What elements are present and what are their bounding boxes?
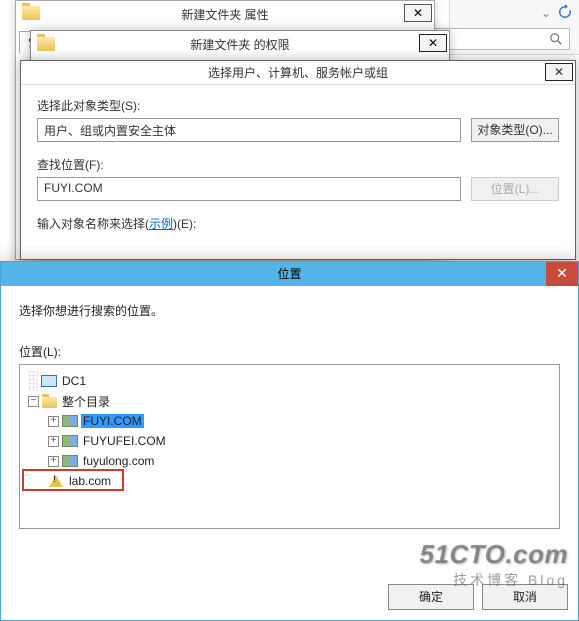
ok-button[interactable]: 确定 <box>388 584 474 610</box>
tree-selected-label: FUYI.COM <box>81 414 144 428</box>
locations-button[interactable]: 位置(L)... <box>471 177 559 201</box>
tree-node-domain[interactable]: + FUYI.COM <box>24 411 555 431</box>
tree-node-root[interactable]: − 整个目录 <box>24 391 555 411</box>
location-field[interactable]: FUYI.COM <box>37 177 461 201</box>
refresh-icon[interactable] <box>557 4 573 20</box>
location-dialog: 位置 ✕ 选择你想进行搜索的位置。 位置(L): DC1 − 整个目录 + FU… <box>0 261 579 621</box>
properties-title: 新建文件夹 属性 <box>16 1 434 29</box>
location-message: 选择你想进行搜索的位置。 <box>19 302 560 319</box>
close-button[interactable]: ✕ <box>546 262 578 286</box>
select-users-dialog: 选择用户、计算机、服务帐户或组 ✕ 选择此对象类型(S): 用户、组或内置安全主… <box>20 60 576 260</box>
folder-icon <box>42 397 57 408</box>
tree-node-warn[interactable]: lab.com <box>24 471 555 491</box>
cancel-button[interactable]: 取消 <box>482 584 568 610</box>
warning-icon <box>48 473 64 489</box>
domain-icon <box>62 433 78 449</box>
location-titlebar: 位置 ✕ <box>1 262 578 286</box>
select-users-titlebar: 选择用户、计算机、服务帐户或组 ✕ <box>21 61 575 85</box>
object-type-label: 选择此对象类型(S): <box>37 97 559 114</box>
tree-node-domain[interactable]: + fuyulong.com <box>24 451 555 471</box>
object-types-button[interactable]: 对象类型(O)... <box>471 118 559 142</box>
object-type-field[interactable]: 用户、组或内置安全主体 <box>37 118 461 142</box>
names-label: 输入对象名称来选择(示例)(E): <box>37 215 559 232</box>
location-tree[interactable]: DC1 − 整个目录 + FUYI.COM + FUYUFEI.COM + fu… <box>19 364 560 529</box>
explorer-right-fragment: ⌄ <box>449 0 579 55</box>
tree-node-domain[interactable]: + FUYUFEI.COM <box>24 431 555 451</box>
expand-icon[interactable]: + <box>48 436 59 447</box>
tree-label: 位置(L): <box>19 343 560 360</box>
permissions-title: 新建文件夹 的权限 <box>31 31 449 59</box>
example-link[interactable]: 示例 <box>149 217 173 231</box>
dropdown-chevron-icon[interactable]: ⌄ <box>541 6 551 20</box>
collapse-icon[interactable]: − <box>28 396 39 407</box>
location-label: 查找位置(F): <box>37 156 559 173</box>
close-button[interactable]: ✕ <box>545 63 573 81</box>
watermark: 51CTO.com 技术博客 Blog <box>419 539 568 590</box>
computer-icon <box>41 373 57 389</box>
close-button[interactable]: ✕ <box>404 4 432 22</box>
close-button[interactable]: ✕ <box>419 34 447 52</box>
expand-icon[interactable]: + <box>48 416 59 427</box>
domain-icon <box>62 413 78 429</box>
expand-icon[interactable]: + <box>48 456 59 467</box>
domain-icon <box>62 453 78 469</box>
select-users-title: 选择用户、计算机、服务帐户或组 <box>208 66 388 80</box>
location-title: 位置 <box>277 267 301 281</box>
search-icon <box>549 32 563 49</box>
tree-node-computer[interactable]: DC1 <box>24 371 555 391</box>
